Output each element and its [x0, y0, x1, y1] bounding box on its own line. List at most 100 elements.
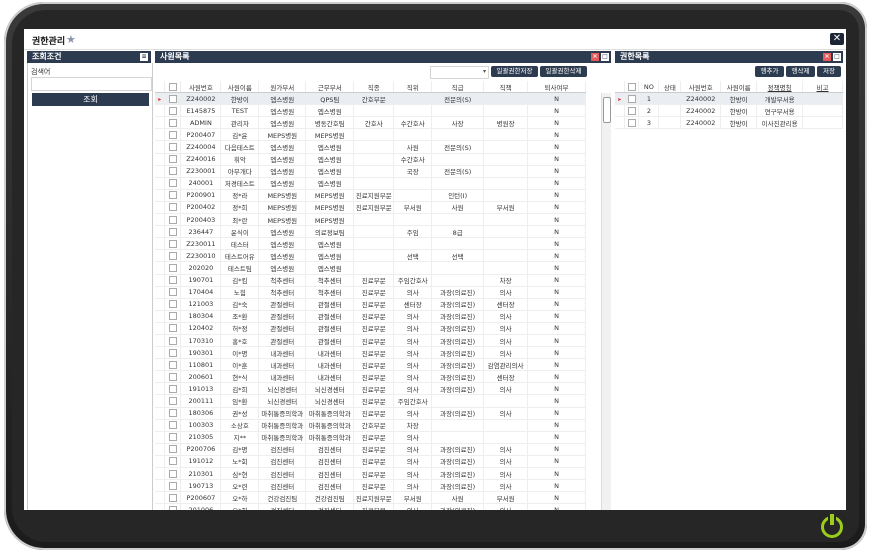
column-header[interactable]: 사원이름 — [720, 81, 758, 94]
table-row[interactable]: Z230010 테스트어유 엡스병원 엡스병원 선택 선택 N — [155, 249, 586, 263]
row-checkbox[interactable] — [164, 165, 182, 178]
scrollbar-thumb[interactable] — [603, 97, 611, 123]
row-checkbox[interactable] — [164, 310, 182, 323]
panel-close-icon[interactable]: × — [591, 53, 599, 61]
table-row[interactable]: ▸ Z240002 한방이 엡스병원 QPS팀 간호부문 전문의(S) N — [155, 92, 586, 106]
row-checkbox[interactable] — [164, 298, 182, 311]
row-checkbox[interactable] — [164, 189, 182, 202]
table-row[interactable]: 190301 이*명 내과센터 내과센터 진료부문 의사 과장(의료진) 의사 N — [155, 346, 586, 360]
row-checkbox[interactable] — [164, 382, 182, 396]
row-checkbox[interactable] — [164, 128, 182, 142]
row-checkbox[interactable] — [164, 370, 182, 384]
table-row[interactable]: 200601 현*식 내과센터 내과센터 진료부문 의사 과장(의료진) 센터장 N — [155, 370, 586, 384]
table-row[interactable]: 201006오*희검진센터검진센터진료부문의사과장(의료진)의사N — [155, 503, 586, 510]
row-checkbox[interactable] — [164, 358, 182, 372]
add-row-button[interactable]: 행추가 — [755, 66, 784, 77]
row-checkbox[interactable] — [624, 116, 640, 130]
filter-select[interactable]: ▾ — [430, 66, 489, 79]
save-all-permissions-button[interactable]: 일괄권한저장 — [491, 66, 538, 77]
panel-maximize-icon[interactable]: □ — [833, 53, 841, 61]
table-row[interactable]: Z230001 아무개다 엡스병원 엡스병원 국장 전문의(S) N — [155, 165, 586, 178]
column-header[interactable]: 직종 — [353, 81, 395, 94]
row-checkbox[interactable] — [164, 213, 182, 227]
table-row[interactable]: 121003 김*숙 관절센터 관절센터 진료부문 센터장 과장(의료진) 센터장 N — [155, 298, 586, 311]
row-checkbox[interactable] — [164, 334, 182, 348]
row-checkbox[interactable] — [164, 467, 182, 481]
row-checkbox[interactable] — [164, 177, 182, 190]
table-row[interactable]: P200402 정*희 MEPS병원 MEPS병원 진료지원부문 부서원 사원 부서원 N — [155, 201, 586, 215]
delete-all-permissions-button[interactable]: 일괄권한삭제 — [540, 66, 587, 77]
row-checkbox[interactable] — [164, 201, 182, 215]
row-checkbox[interactable] — [164, 153, 182, 166]
table-row[interactable]: 170404 노힘 척추센터 척추센터 진료부문 의사 과장(의료진) 의사 N — [155, 286, 586, 299]
column-header[interactable]: 근무부서 — [305, 81, 355, 94]
column-header[interactable]: NO — [638, 81, 660, 94]
row-checkbox[interactable] — [164, 261, 182, 275]
table-row[interactable]: P200607 오*하 건강검진팀 건강검진팀 진료지원부문 부서원 사원 부서원 N — [155, 491, 586, 505]
table-row[interactable]: P200403 최*란 MEPS병원 MEPS병원 N — [155, 213, 586, 227]
row-checkbox[interactable] — [164, 346, 182, 360]
row-checkbox[interactable] — [164, 394, 182, 408]
table-row[interactable]: 190713 오*련 검진센터 검진센터 진료부문 의사 과장(의료진) 의사 N — [155, 479, 586, 493]
table-row[interactable]: ADMIN 관리자 엡스병원 병동간호팀 간호사 수간호사 사장 병원장 N — [155, 116, 586, 130]
favorite-star-icon[interactable]: ★ — [66, 33, 76, 46]
table-row[interactable]: 200111 임*환 뇌신경센터 뇌신경센터 진료부문 주임간호사 N — [155, 394, 586, 408]
table-row[interactable]: 120402 허*정 관절센터 관절센터 진료부문 의사 과장(의료진) 의사 N — [155, 322, 586, 335]
column-header[interactable]: 비고 — [802, 81, 843, 94]
power-icon[interactable] — [821, 514, 843, 538]
table-row[interactable]: Z240004 다음테스트 엡스병원 엡스병원 사원 전문의(S) N — [155, 140, 586, 154]
row-checkbox[interactable] — [164, 419, 182, 432]
table-row[interactable]: 180306 권*성 마취통증의학과 마취통증의학과 진료부문 의사 과장(의료진) 의사 N — [155, 407, 586, 420]
panel-close-icon[interactable]: × — [823, 53, 831, 61]
row-checkbox[interactable] — [164, 249, 182, 263]
table-row[interactable]: 3 Z240002 한방이 이사진관리용 — [615, 116, 843, 130]
table-row[interactable]: 170310 홍*호 관절센터 관절센터 진료부문 의사 과장(의료진) 의사 N — [155, 334, 586, 348]
panel-maximize-icon[interactable]: □ — [601, 53, 609, 61]
panel-menu-icon[interactable]: ≡ — [140, 53, 148, 61]
table-row[interactable]: Z230011 테스터 엡스병원 엡스병원 N — [155, 237, 586, 251]
employee-scrollbar[interactable] — [601, 93, 611, 510]
table-row[interactable]: Z240016 휘악 엡스병원 엡스병원 수간호사 N — [155, 153, 586, 166]
row-checkbox[interactable] — [164, 443, 182, 456]
column-header[interactable]: 사원번호 — [680, 81, 722, 94]
table-row[interactable]: E145875 TEST 엡스병원 엡스병원 N — [155, 104, 586, 118]
column-header[interactable]: 사원번호 — [180, 81, 222, 94]
row-checkbox[interactable] — [624, 104, 640, 118]
row-checkbox[interactable] — [164, 503, 182, 510]
table-row[interactable]: 240001 저경테스트 엡스병원 엡스병원 N — [155, 177, 586, 190]
save-button[interactable]: 저장 — [817, 66, 841, 77]
column-header[interactable]: 직급 — [431, 81, 485, 94]
row-checkbox[interactable] — [164, 104, 182, 118]
table-row[interactable]: ▸ 1 Z240002 한방이 개발부서용 — [615, 92, 843, 106]
table-row[interactable]: 210305 지** 마취통증의학과 마취통증의학과 진료부문 의사 N — [155, 431, 586, 444]
row-checkbox[interactable] — [164, 92, 182, 106]
close-button[interactable]: ✕ — [830, 33, 844, 45]
table-row[interactable]: 191013 김*희 뇌신경센터 뇌신경센터 진료부문 의사 과장(의료진) 의사 N — [155, 382, 586, 396]
row-checkbox[interactable] — [164, 237, 182, 251]
row-checkbox[interactable] — [164, 225, 182, 239]
delete-row-button[interactable]: 행삭제 — [786, 66, 815, 77]
table-row[interactable]: 2 Z240002 한방이 연구부서용 — [615, 104, 843, 118]
row-checkbox[interactable] — [164, 407, 182, 420]
table-row[interactable]: 110801 이*훈 내과센터 내과센터 진료부문 의사 과장(의료진) 감염관리의사 N — [155, 358, 586, 372]
row-checkbox[interactable] — [164, 491, 182, 505]
table-row[interactable]: 191012 노*회 검진센터 검진센터 진료부문 의사 과장(의료진) 의사 N — [155, 455, 586, 469]
table-row[interactable]: P200901 정*라 MEPS병원 MEPS병원 진료지원부문 인턴(I) N — [155, 189, 586, 202]
table-row[interactable]: P200407 김*윤 MEPS병원 MEPS병원 N — [155, 128, 586, 142]
column-header[interactable]: 직책 — [483, 81, 529, 94]
row-checkbox[interactable] — [164, 140, 182, 154]
table-row[interactable]: 236447 윤식이 엡스병원 의료정보팀 주임 8급 N — [155, 225, 586, 239]
table-row[interactable]: 180304 조*환 관절센터 관절센터 진료부문 의사 과장(의료진) 의사 N — [155, 310, 586, 323]
column-header[interactable]: 사원이름 — [220, 81, 260, 94]
row-checkbox[interactable] — [164, 116, 182, 130]
select-all-checkbox[interactable] — [624, 81, 640, 94]
table-row[interactable]: P200706 김*명 검진센터 검진센터 진료부문 의사 과장(의료진) 의사 N — [155, 443, 586, 456]
column-header[interactable]: 상태 — [658, 81, 682, 94]
select-all-checkbox[interactable] — [164, 81, 182, 94]
table-row[interactable]: 202020 테스트팀 엡스병원 엡스병원 N — [155, 261, 586, 275]
column-header[interactable]: 원가부서 — [258, 81, 307, 94]
column-header[interactable]: 퇴사여부 — [527, 81, 586, 94]
row-checkbox[interactable] — [164, 322, 182, 335]
row-checkbox[interactable] — [164, 286, 182, 299]
row-checkbox[interactable] — [164, 455, 182, 469]
